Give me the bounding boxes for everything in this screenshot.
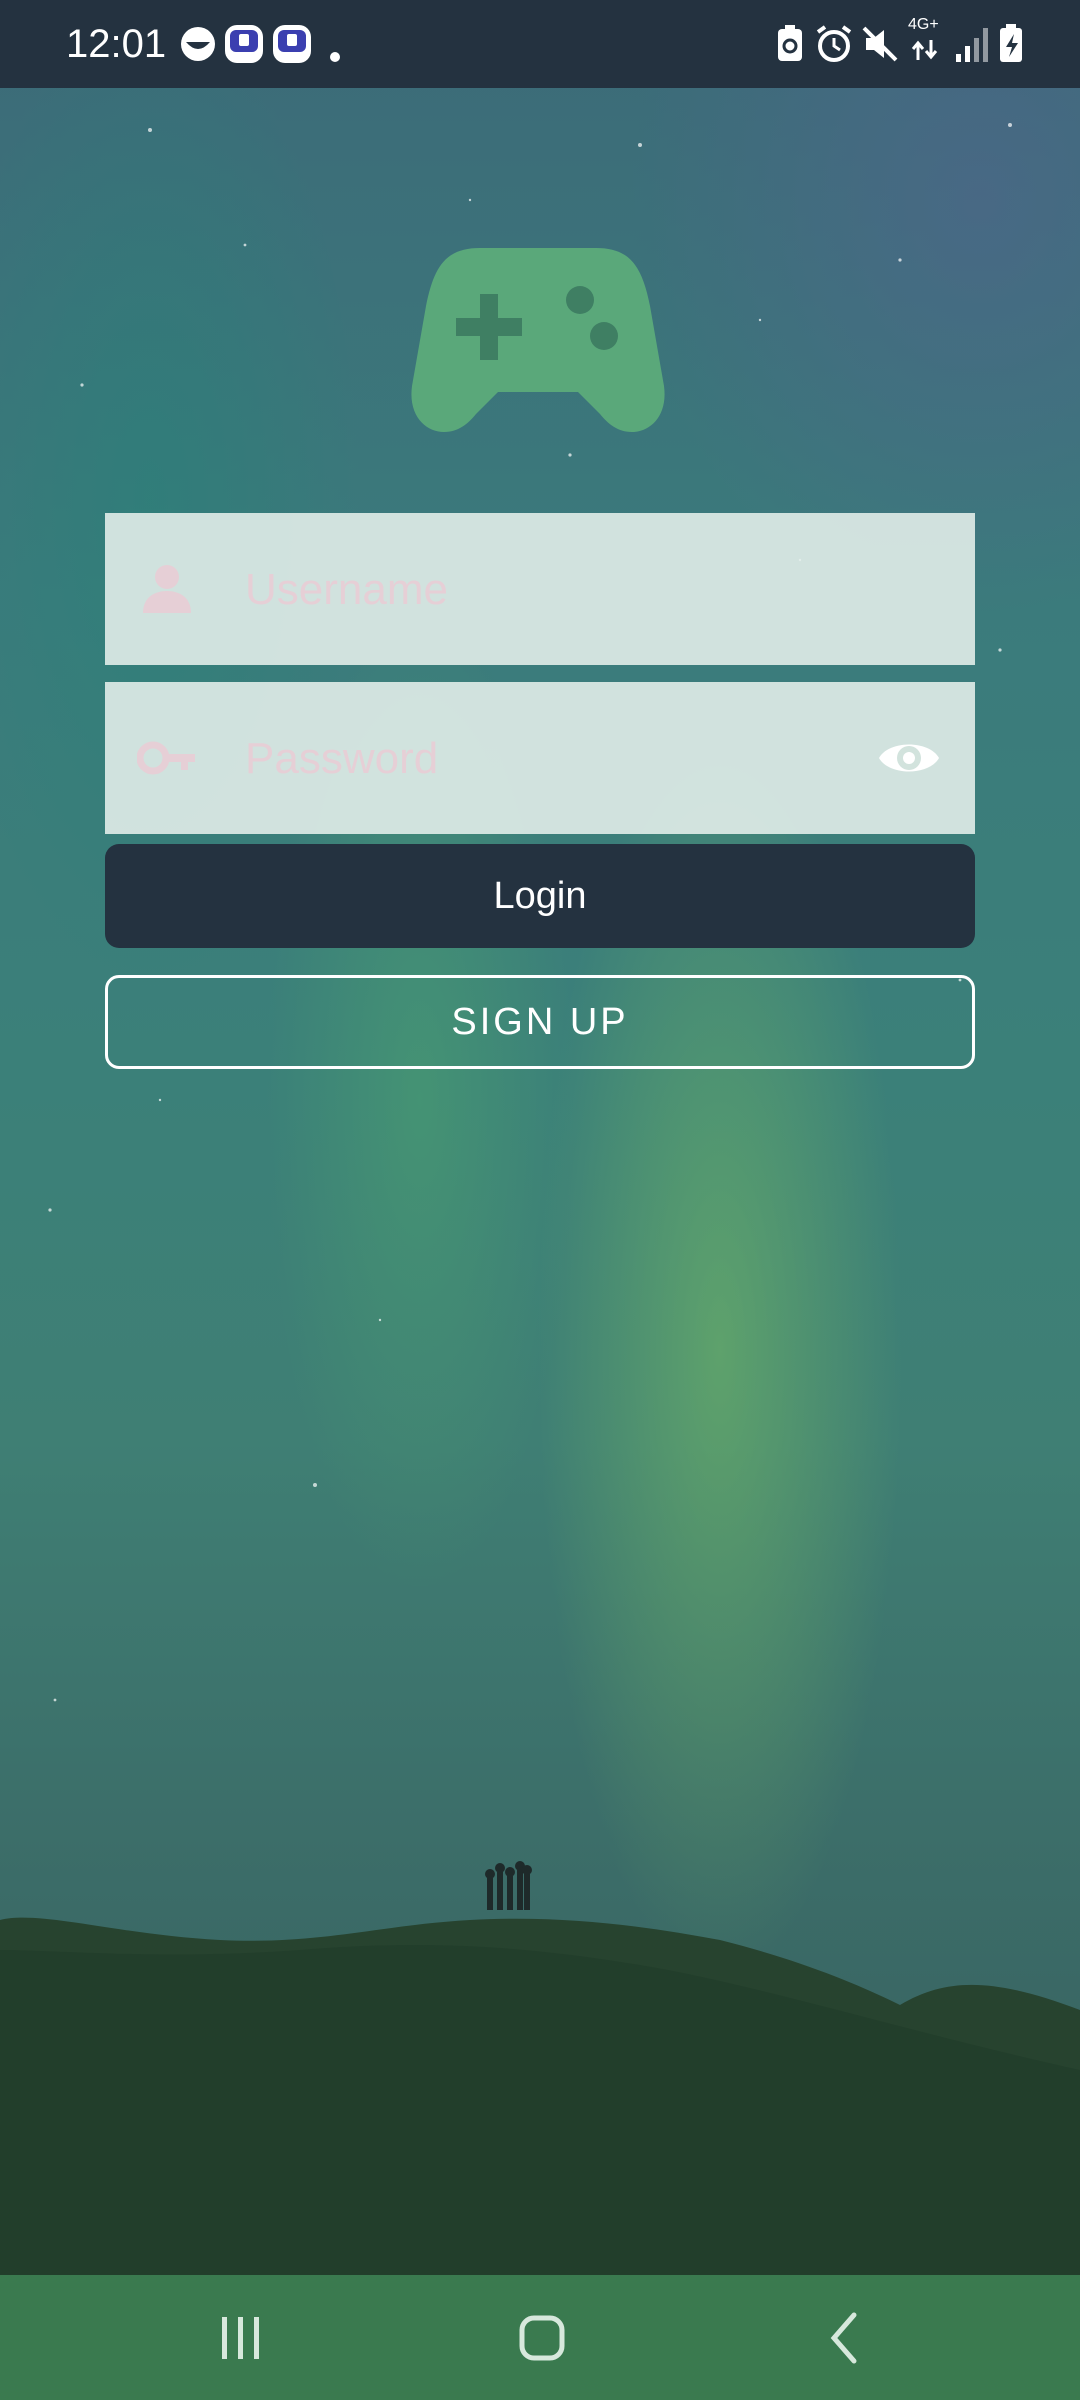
back-icon[interactable]: [800, 2303, 890, 2373]
signal-icon: [956, 28, 988, 62]
status-bar: 12:01 4G+: [0, 0, 1080, 88]
game-controller-logo: [411, 248, 665, 432]
home-icon[interactable]: [497, 2303, 587, 2373]
more-notifications-dot: [330, 52, 340, 62]
status-time: 12:01: [66, 22, 167, 66]
app-badge-icon: [225, 25, 263, 63]
recent-apps-icon[interactable]: [196, 2303, 286, 2373]
network-type: 4G+: [908, 16, 939, 33]
navigation-bar: [0, 2275, 1080, 2400]
eye-icon[interactable]: [877, 730, 941, 786]
hills-silhouette: [0, 1861, 1080, 2275]
login-button[interactable]: Login: [105, 844, 975, 948]
key-icon: [137, 741, 195, 775]
password-field: [105, 682, 975, 834]
username-field: [105, 513, 975, 665]
username-input[interactable]: [243, 547, 867, 633]
mute-icon: [862, 26, 898, 62]
data-arrows-icon: [911, 40, 938, 60]
sign-up-button[interactable]: SIGN UP: [105, 975, 975, 1069]
app-badge-icon: [273, 25, 311, 63]
battery-saver-icon: [778, 25, 802, 61]
network-indicator: 4G+: [906, 16, 946, 66]
person-icon: [143, 565, 191, 613]
alarm-icon: [816, 25, 852, 62]
notification-app-icon: [181, 27, 215, 61]
battery-charging-icon: [1000, 24, 1022, 62]
password-input[interactable]: [243, 716, 867, 802]
